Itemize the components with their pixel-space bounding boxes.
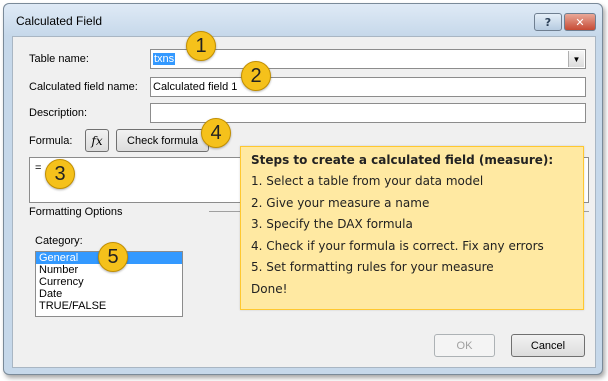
- insert-function-button[interactable]: fx: [85, 129, 109, 152]
- formatting-options-label: Formatting Options: [29, 206, 123, 218]
- step-line: 2. Give your measure a name: [251, 195, 430, 210]
- step-badge-1: 1: [186, 31, 216, 61]
- list-item-currency[interactable]: Currency: [36, 276, 182, 288]
- window-title: Calculated Field: [16, 14, 103, 28]
- step-badge-3: 3: [45, 159, 75, 189]
- category-label: Category:: [35, 235, 83, 247]
- step-badge-2: 2: [241, 61, 271, 91]
- chevron-down-icon[interactable]: ▼: [568, 51, 584, 67]
- close-icon: ✕: [575, 15, 585, 29]
- steps-callout: Steps to create a calculated field (meas…: [240, 146, 584, 310]
- step-line: 1. Select a table from your data model: [251, 174, 484, 188]
- calc-field-name-value: Calculated field 1: [153, 81, 238, 93]
- list-item-true-false[interactable]: TRUE/FALSE: [36, 300, 182, 312]
- step-line: 5. Set formatting rules for your measure: [251, 260, 494, 274]
- calc-field-name-label: Calculated field name:: [29, 81, 138, 93]
- calc-field-name-input[interactable]: Calculated field 1: [150, 77, 586, 97]
- step-badge-4: 4: [201, 118, 231, 148]
- close-button[interactable]: ✕: [564, 13, 596, 31]
- description-label: Description:: [29, 107, 88, 119]
- formula-value: =: [35, 162, 42, 174]
- cancel-label: Cancel: [530, 339, 566, 352]
- step-badge-5: 5: [98, 242, 128, 272]
- formula-label: Formula:: [29, 135, 73, 147]
- steps-title: Steps to create a calculated field (meas…: [251, 153, 554, 167]
- table-name-value: txns: [153, 53, 176, 65]
- step-line: 3. Specify the DAX formula: [251, 217, 413, 231]
- table-name-dropdown[interactable]: txns ▼: [150, 49, 586, 69]
- ok-button[interactable]: OK: [434, 334, 495, 357]
- ok-label: OK: [456, 339, 473, 352]
- help-icon: ?: [544, 15, 552, 29]
- check-formula-label: Check formula: [127, 134, 198, 147]
- help-button[interactable]: ?: [534, 13, 562, 31]
- table-name-label: Table name:: [29, 53, 89, 65]
- step-line: Done!: [251, 281, 288, 296]
- cancel-button[interactable]: Cancel: [511, 334, 585, 357]
- step-line: 4. Check if your formula is correct. Fix…: [251, 238, 544, 253]
- fx-icon: fx: [91, 133, 103, 148]
- list-item-date[interactable]: Date: [36, 288, 182, 300]
- check-formula-button[interactable]: Check formula: [116, 129, 209, 152]
- title-bar: Calculated Field ? ✕: [4, 4, 602, 36]
